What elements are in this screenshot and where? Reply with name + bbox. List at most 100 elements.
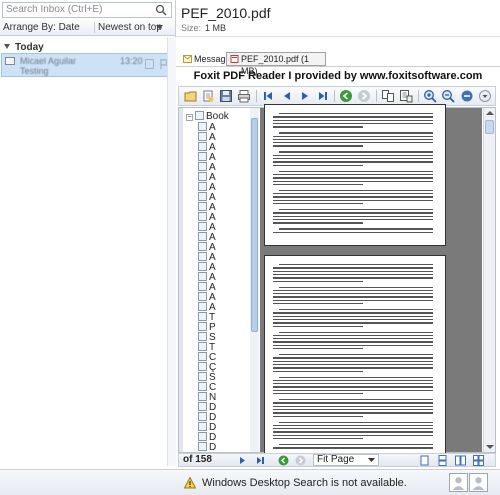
reading-pane: PEF_2010.pdf Size: 1 MB Message PEF_2010.…: [176, 0, 500, 467]
back-icon[interactable]: [278, 455, 289, 466]
scroll-up-icon[interactable]: [486, 110, 494, 116]
avatar-icon[interactable]: [469, 473, 488, 492]
page-text-line: [273, 389, 433, 392]
message-list-scrollbar[interactable]: [167, 37, 176, 466]
collapse-icon[interactable]: −: [186, 114, 193, 121]
page-text-line: [273, 405, 433, 407]
facing-view-icon[interactable]: [455, 455, 466, 466]
page-text-line: [273, 296, 433, 298]
category-icon[interactable]: [145, 59, 154, 69]
page-text-line: [273, 315, 433, 317]
search-placeholder: Search Inbox (Ctrl+E): [6, 4, 103, 15]
arrange-by-bar[interactable]: Arrange By: Date Newest on top: [0, 20, 175, 36]
page-text-line: [273, 402, 433, 404]
page-text-line: [273, 222, 363, 224]
page-text-line: [279, 113, 433, 115]
attachment-bar: Message PEF_2010.pdf (1 MB): [176, 52, 500, 76]
page-text-line: [273, 434, 433, 437]
document-scrollbar[interactable]: [483, 108, 495, 452]
bookmark-root-label: Book: [206, 111, 229, 122]
avatar-icon[interactable]: [449, 473, 468, 492]
page-text-line: [279, 189, 433, 192]
paperclip-icon: [230, 55, 239, 63]
bookmark-icon: [198, 222, 207, 231]
bookmark-item[interactable]: D: [198, 442, 216, 453]
last-page-icon[interactable]: [316, 89, 330, 103]
page-text-line: [273, 122, 433, 125]
sort-dropdown-icon[interactable]: [156, 25, 163, 30]
continuous-facing-view-icon[interactable]: [473, 455, 484, 466]
header-divider: [176, 36, 500, 37]
page-text-line: [273, 193, 433, 195]
zoom-out-icon[interactable]: [441, 89, 455, 103]
bookmark-icon: [198, 152, 207, 161]
continuous-view-icon[interactable]: [437, 455, 448, 466]
bookmark-icon: [198, 212, 207, 221]
toolbar-separator: [334, 90, 335, 102]
page-text-line: [273, 412, 433, 414]
page-text-line: [273, 383, 433, 385]
page-text-line: [273, 408, 433, 411]
pdf-attachment-tab[interactable]: PEF_2010.pdf (1 MB): [226, 52, 326, 76]
zoom-in-icon[interactable]: [423, 89, 437, 103]
page-text-line: [279, 354, 433, 356]
page-text-line: [273, 196, 433, 198]
bookmark-icon: [195, 111, 204, 120]
zoom-select[interactable]: Fit Page: [313, 454, 379, 466]
search-input[interactable]: Search Inbox (Ctrl+E): [2, 2, 172, 18]
first-page-icon[interactable]: [261, 89, 275, 103]
arrange-by-label[interactable]: Arrange By: Date: [3, 22, 80, 33]
forward-icon[interactable]: [295, 455, 306, 466]
page-text-line: [273, 344, 433, 347]
bookmark-label: D: [209, 442, 217, 453]
previous-page-icon[interactable]: [280, 89, 294, 103]
page-text-line: [273, 438, 363, 440]
save-icon[interactable]: [219, 89, 233, 103]
page-text-line: [273, 212, 433, 214]
bookmark-icon: [198, 302, 207, 311]
page-text-line: [273, 164, 363, 166]
sort-order-label[interactable]: Newest on top: [98, 22, 162, 33]
scroll-thumb[interactable]: [251, 118, 258, 332]
continuous-page-icon[interactable]: [399, 89, 413, 103]
hand-tool-icon[interactable]: [201, 89, 215, 103]
bookmark-icon: [198, 322, 207, 331]
scroll-thumb[interactable]: [485, 120, 494, 134]
chevron-down-icon: [368, 458, 375, 462]
message-tab[interactable]: Message: [180, 52, 231, 66]
single-page-icon[interactable]: [381, 89, 395, 103]
page-count: of 158: [183, 454, 212, 465]
search-icon[interactable]: [155, 4, 168, 16]
group-header-today[interactable]: Today: [4, 42, 44, 53]
next-page-icon[interactable]: [298, 89, 312, 103]
page-text-line: [273, 289, 433, 292]
page-text-line: [279, 264, 433, 266]
status-message: Windows Desktop Search is not available.: [202, 477, 407, 489]
page-text-line: [279, 399, 433, 401]
last-page-icon[interactable]: [255, 455, 266, 466]
back-icon[interactable]: [339, 89, 353, 103]
scroll-down-icon[interactable]: [486, 444, 494, 450]
single-page-view-icon[interactable]: [419, 455, 430, 466]
page-text-line: [273, 145, 363, 147]
next-page-icon[interactable]: [237, 455, 248, 466]
toolbar-more-icon[interactable]: [478, 89, 492, 103]
page-text-line: [273, 177, 433, 179]
forward-icon[interactable]: [357, 89, 371, 103]
page-text-line: [279, 286, 433, 288]
bookmark-scrollbar[interactable]: [250, 108, 259, 452]
collapse-icon[interactable]: [4, 44, 10, 49]
message-item[interactable]: Micael Aguilar Testing 13:20: [1, 53, 174, 77]
bookmark-root[interactable]: − Book: [186, 111, 229, 122]
open-icon[interactable]: [184, 89, 198, 103]
attachment-size: Size: 1 MB: [181, 23, 226, 33]
message-time: 13:20: [120, 56, 143, 66]
print-icon[interactable]: [237, 89, 251, 103]
zoom-minus-icon[interactable]: [460, 89, 474, 103]
bookmark-icon: [198, 362, 207, 371]
arrange-separator: [94, 22, 95, 33]
page-text-line: [273, 325, 363, 327]
side-panel-tabs[interactable]: [179, 108, 183, 452]
bookmark-icon: [198, 132, 207, 141]
page-text-line: [273, 142, 433, 144]
